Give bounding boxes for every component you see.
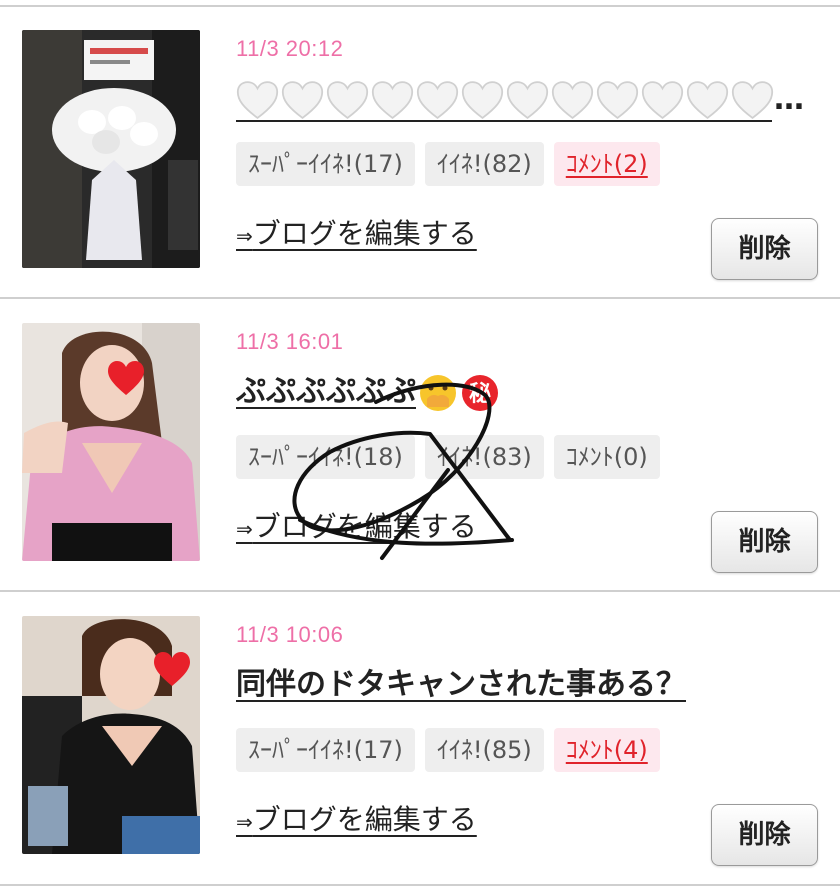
blog-post-2: 11/3 16:01 ぷぷぷぷぷぷ秘 ｽｰﾊﾟｰｲｲﾈ!(18) ｲｲﾈ!(83…: [0, 299, 840, 589]
post-thumbnail[interactable]: [22, 616, 200, 854]
post-date: 11/3 10:06: [236, 622, 344, 647]
post-thumbnail[interactable]: [22, 323, 200, 561]
white-heart-icon: [596, 81, 639, 120]
post-thumbnail[interactable]: [22, 30, 200, 268]
blog-post-1: 11/3 20:12 … ｽｰﾊﾟｰｲｲﾈ!(17) ｲｲﾈ!(82) ｺﾒﾝﾄ…: [0, 6, 840, 296]
post-date: 11/3 20:12: [236, 36, 344, 61]
hand-over-mouth-emoji-icon: [420, 374, 456, 411]
super-like-count: ｽｰﾊﾟｰｲｲﾈ!(18): [236, 435, 415, 479]
like-count: ｲｲﾈ!(82): [424, 142, 544, 186]
white-heart-icon: [461, 81, 504, 120]
post-title[interactable]: [236, 76, 776, 124]
secret-circle-icon: 秘: [462, 374, 498, 411]
white-heart-icon: [731, 81, 774, 120]
edit-blog-link[interactable]: ⇒ブログを編集する: [236, 505, 477, 545]
edit-blog-link[interactable]: ⇒ブログを編集する: [236, 798, 477, 838]
post-title[interactable]: 同伴のドタキャンされた事ある？: [236, 660, 686, 710]
delete-button[interactable]: 削除: [711, 804, 818, 866]
white-heart-icon: [281, 81, 324, 120]
white-heart-icon: [371, 81, 414, 120]
white-heart-icon: [551, 81, 594, 120]
white-heart-icon: [326, 81, 369, 120]
comment-link[interactable]: ｺﾒﾝﾄ(4): [553, 728, 660, 772]
edit-blog-link[interactable]: ⇒ブログを編集する: [236, 212, 477, 252]
white-heart-icon: [416, 81, 459, 120]
reaction-badges: ｽｰﾊﾟｰｲｲﾈ!(17) ｲｲﾈ!(82) ｺﾒﾝﾄ(2): [236, 142, 660, 186]
super-like-count: ｽｰﾊﾟｰｲｲﾈ!(17): [236, 142, 415, 186]
white-heart-icon: [641, 81, 684, 120]
super-like-count: ｽｰﾊﾟｰｲｲﾈ!(17): [236, 728, 415, 772]
delete-button[interactable]: 削除: [711, 218, 818, 280]
delete-button[interactable]: 削除: [711, 511, 818, 573]
like-count: ｲｲﾈ!(85): [424, 728, 544, 772]
blog-post-3: 11/3 10:06 同伴のドタキャンされた事ある？ ｽｰﾊﾟｰｲｲﾈ!(17)…: [0, 592, 840, 882]
comment-link[interactable]: ｺﾒﾝﾄ(2): [553, 142, 660, 186]
svg-text:秘: 秘: [469, 381, 491, 407]
comment-count: ｺﾒﾝﾄ(0): [553, 435, 660, 479]
reaction-badges: ｽｰﾊﾟｰｲｲﾈ!(17) ｲｲﾈ!(85) ｺﾒﾝﾄ(4): [236, 728, 660, 772]
divider: [0, 884, 840, 886]
white-heart-icon: [506, 81, 549, 120]
like-count: ｲｲﾈ!(83): [424, 435, 544, 479]
post-date: 11/3 16:01: [236, 329, 344, 354]
white-heart-icon: [236, 81, 279, 120]
white-heart-icon: [686, 81, 729, 120]
title-ellipsis: …: [774, 82, 804, 117]
reaction-badges: ｽｰﾊﾟｰｲｲﾈ!(18) ｲｲﾈ!(83) ｺﾒﾝﾄ(0): [236, 435, 660, 479]
post-title[interactable]: ぷぷぷぷぷぷ秘: [236, 367, 500, 417]
